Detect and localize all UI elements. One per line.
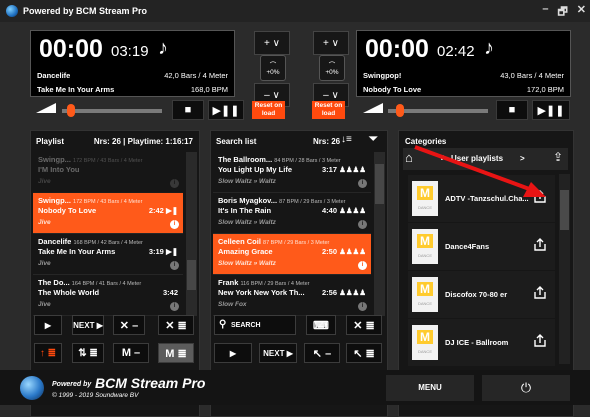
footer-bar: Powered by BCM Stream Pro © 1999 - 2019 …	[0, 370, 590, 405]
menu-button[interactable]: MENU	[386, 375, 474, 401]
footer-brand: BCM Stream Pro	[95, 375, 206, 391]
annotation-arrow	[414, 145, 546, 197]
footer-copyright: © 1999 - 2019 Soundware BV	[52, 392, 139, 399]
globe-icon	[20, 376, 44, 400]
power-button[interactable]: ⏻	[482, 375, 570, 401]
footer-powered: Powered by	[52, 381, 92, 388]
